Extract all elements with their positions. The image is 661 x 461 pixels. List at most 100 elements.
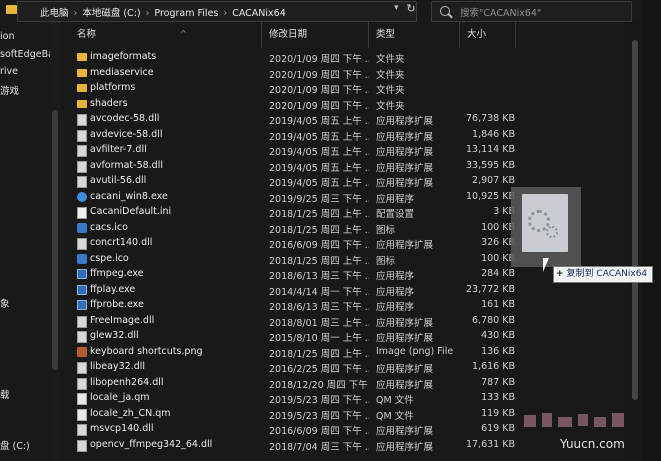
file-name: locale_ja.qm: [90, 392, 150, 403]
file-type: 应用程序扩展: [376, 426, 434, 437]
exe-icon: [77, 269, 87, 279]
file-type: 应用程序扩展: [376, 379, 434, 391]
file-date: 2019/4/05 周五 上午 ...: [269, 116, 369, 127]
file-row[interactable]: locale_ja.qm 2019/5/23 周四 下午 ... QM 文件 133 …: [60, 390, 628, 406]
file-size: 23,772 KB: [465, 283, 515, 295]
file-type: 图标: [376, 224, 396, 236]
file-type: 应用程序扩展: [376, 333, 434, 344]
file-row[interactable]: glew32.dll 2015/8/10 周一 上午 ... 应用程序扩展 430 K…: [60, 328, 628, 344]
file-size: 2,907 KB: [472, 175, 515, 186]
file-size: 136 KB: [481, 345, 515, 357]
folder-icon: [77, 84, 87, 92]
search-icon: [440, 6, 450, 16]
chevron-right-icon[interactable]: ›: [223, 8, 227, 19]
column-header-size[interactable]: 大小: [460, 22, 516, 48]
file-date: 2018/8/01 周三 上午 ...: [269, 317, 369, 329]
nav-item[interactable]: 象: [0, 296, 10, 310]
breadcrumb-drive-c[interactable]: 本地磁盘 (C:): [82, 8, 140, 19]
file-type: QM 文件: [376, 410, 414, 422]
file-type: 配置设置: [376, 209, 415, 220]
nav-item[interactable]: softEdgeBa: [0, 49, 54, 60]
file-size: 6,780 KB: [472, 314, 515, 326]
file-size: 284 KB: [481, 268, 515, 279]
file-row[interactable]: keyboard shortcuts.png 2018/1/25 周四 上午 ..…: [60, 344, 628, 360]
file-list-scrollbar-thumb[interactable]: [632, 40, 638, 400]
file-name: avfilter-7.dll: [90, 144, 147, 155]
file-row[interactable]: mediaservice 2020/1/09 周四 下午 ... 文件夹: [60, 65, 628, 81]
file-date: 2018/1/25 周四 上午 ...: [269, 209, 369, 220]
file-date: 2016/6/09 周四 下午 ...: [269, 426, 369, 437]
file-size: 76,738 KB: [465, 113, 515, 124]
file-type: 文件夹: [376, 69, 405, 81]
file-type: 应用程序扩展: [376, 441, 434, 453]
file-row[interactable]: avformat-58.dll 2019/4/05 周五 上午 ... 应用程序扩展…: [60, 158, 628, 174]
file-date: 2018/7/04 周三 下午 ...: [269, 441, 369, 453]
file-row[interactable]: platforms 2020/1/09 周四 下午 ... 文件夹: [60, 80, 628, 96]
nav-item[interactable]: rive: [0, 66, 18, 77]
search-input[interactable]: 搜索"CACANix64": [431, 1, 632, 22]
file-name: ffmpeg.exe: [90, 268, 144, 279]
file-size: 133 KB: [481, 392, 515, 403]
nav-item-drive-c[interactable]: 盘 (C:): [0, 438, 30, 452]
nav-item[interactable]: ion: [0, 31, 14, 42]
column-header-name[interactable]: ^ 名称: [60, 22, 262, 48]
mouse-cursor-icon: [543, 258, 549, 272]
file-date: 2019/9/25 周三 下午 ...: [269, 193, 369, 205]
file-name: CacaniDefault.ini: [90, 206, 172, 217]
address-bar: 此电脑 › 本地磁盘 (C:) › Program Files › CACANix64 ▾ …: [0, 0, 661, 22]
file-row[interactable]: FreeImage.dll 2018/8/01 周三 上午 ... 应用程序扩展 6,…: [60, 313, 628, 329]
file-size: 100 KB: [481, 252, 515, 264]
breadcrumb-program-files[interactable]: Program Files: [154, 8, 218, 19]
refresh-icon[interactable]: ↻: [403, 2, 419, 18]
dll-icon: [77, 331, 87, 343]
file-date: 2016/6/09 周四 下午 ...: [269, 240, 369, 251]
file-size: 430 KB: [481, 330, 515, 341]
file-type: 应用程序扩展: [376, 178, 434, 189]
file-name: avutil-56.dll: [90, 175, 147, 186]
file-name: cspe.ico: [90, 252, 129, 264]
file-name: libopenh264.dll: [90, 376, 164, 388]
file-name: ffprobe.exe: [90, 299, 144, 310]
file-row[interactable]: imageformats 2020/1/09 周四 下午 ... 文件夹: [60, 49, 628, 65]
file-row[interactable]: ffplay.exe 2014/4/14 周一 下午 ... 应用程序 23,772 …: [60, 282, 628, 298]
folder-icon: [77, 99, 87, 108]
file-size: 161 KB: [481, 299, 515, 310]
nav-item[interactable]: 游戏: [0, 83, 19, 97]
file-row[interactable]: ffprobe.exe 2018/6/13 周三 下午 ... 应用程序 161 KB: [60, 297, 628, 313]
nav-item[interactable]: 载: [0, 387, 10, 401]
dll-icon: [77, 129, 87, 142]
dll-icon: [77, 160, 87, 173]
folder-icon: [6, 5, 17, 14]
file-type: QM 文件: [376, 395, 414, 406]
plus-icon: +: [556, 269, 564, 279]
file-row[interactable]: avfilter-7.dll 2019/4/05 周五 上午 ... 应用程序扩展 1…: [60, 142, 628, 158]
address-dropdown-icon[interactable]: ▾: [394, 3, 399, 13]
nav-scrollbar-thumb[interactable]: [52, 110, 58, 370]
search-placeholder: 搜索"CACANix64": [460, 8, 542, 19]
exe-icon: [77, 284, 87, 295]
address-box[interactable]: 此电脑 › 本地磁盘 (C:) › Program Files › CACANix64: [17, 1, 417, 22]
drag-tooltip-text: 复制到 CACANix64: [566, 269, 648, 279]
file-row[interactable]: avdevice-58.dll 2019/4/05 周五 上午 ... 应用程序扩展…: [60, 127, 628, 143]
file-name: cacs.ico: [90, 221, 128, 233]
file-row[interactable]: libopenh264.dll 2018/12/20 周四 下午 ... 应用程序扩…: [60, 375, 628, 391]
file-date: 2019/4/05 周五 上午 ...: [269, 162, 369, 174]
file-size: 119 KB: [481, 407, 515, 419]
file-size: 1,616 KB: [472, 361, 515, 372]
file-date: 2016/2/25 周四 下午 ...: [269, 364, 369, 375]
file-date: 2020/1/09 周四 下午 ...: [269, 100, 369, 112]
breadcrumb-cacanix64[interactable]: CACANix64: [232, 8, 286, 19]
breadcrumb-this-pc[interactable]: 此电脑: [40, 8, 69, 19]
dll-icon: [77, 377, 87, 390]
column-header-type[interactable]: 类型: [369, 22, 460, 48]
file-type: 应用程序扩展: [376, 317, 434, 329]
file-row[interactable]: avcodec-58.dll 2019/4/05 周五 上午 ... 应用程序扩展 7…: [60, 111, 628, 127]
column-header-date[interactable]: 修改日期: [262, 22, 369, 48]
dll-icon: [77, 176, 87, 188]
file-row[interactable]: shaders 2020/1/09 周四 下午 ... 文件夹: [60, 96, 628, 112]
file-row[interactable]: libeay32.dll 2016/2/25 周四 下午 ... 应用程序扩展 1,6…: [60, 359, 628, 375]
file-date: 2019/5/23 周四 下午 ...: [269, 395, 369, 406]
chevron-right-icon[interactable]: ›: [74, 8, 78, 19]
chevron-right-icon[interactable]: ›: [146, 8, 150, 19]
file-date: 2018/6/13 周三 下午 ...: [269, 271, 369, 282]
